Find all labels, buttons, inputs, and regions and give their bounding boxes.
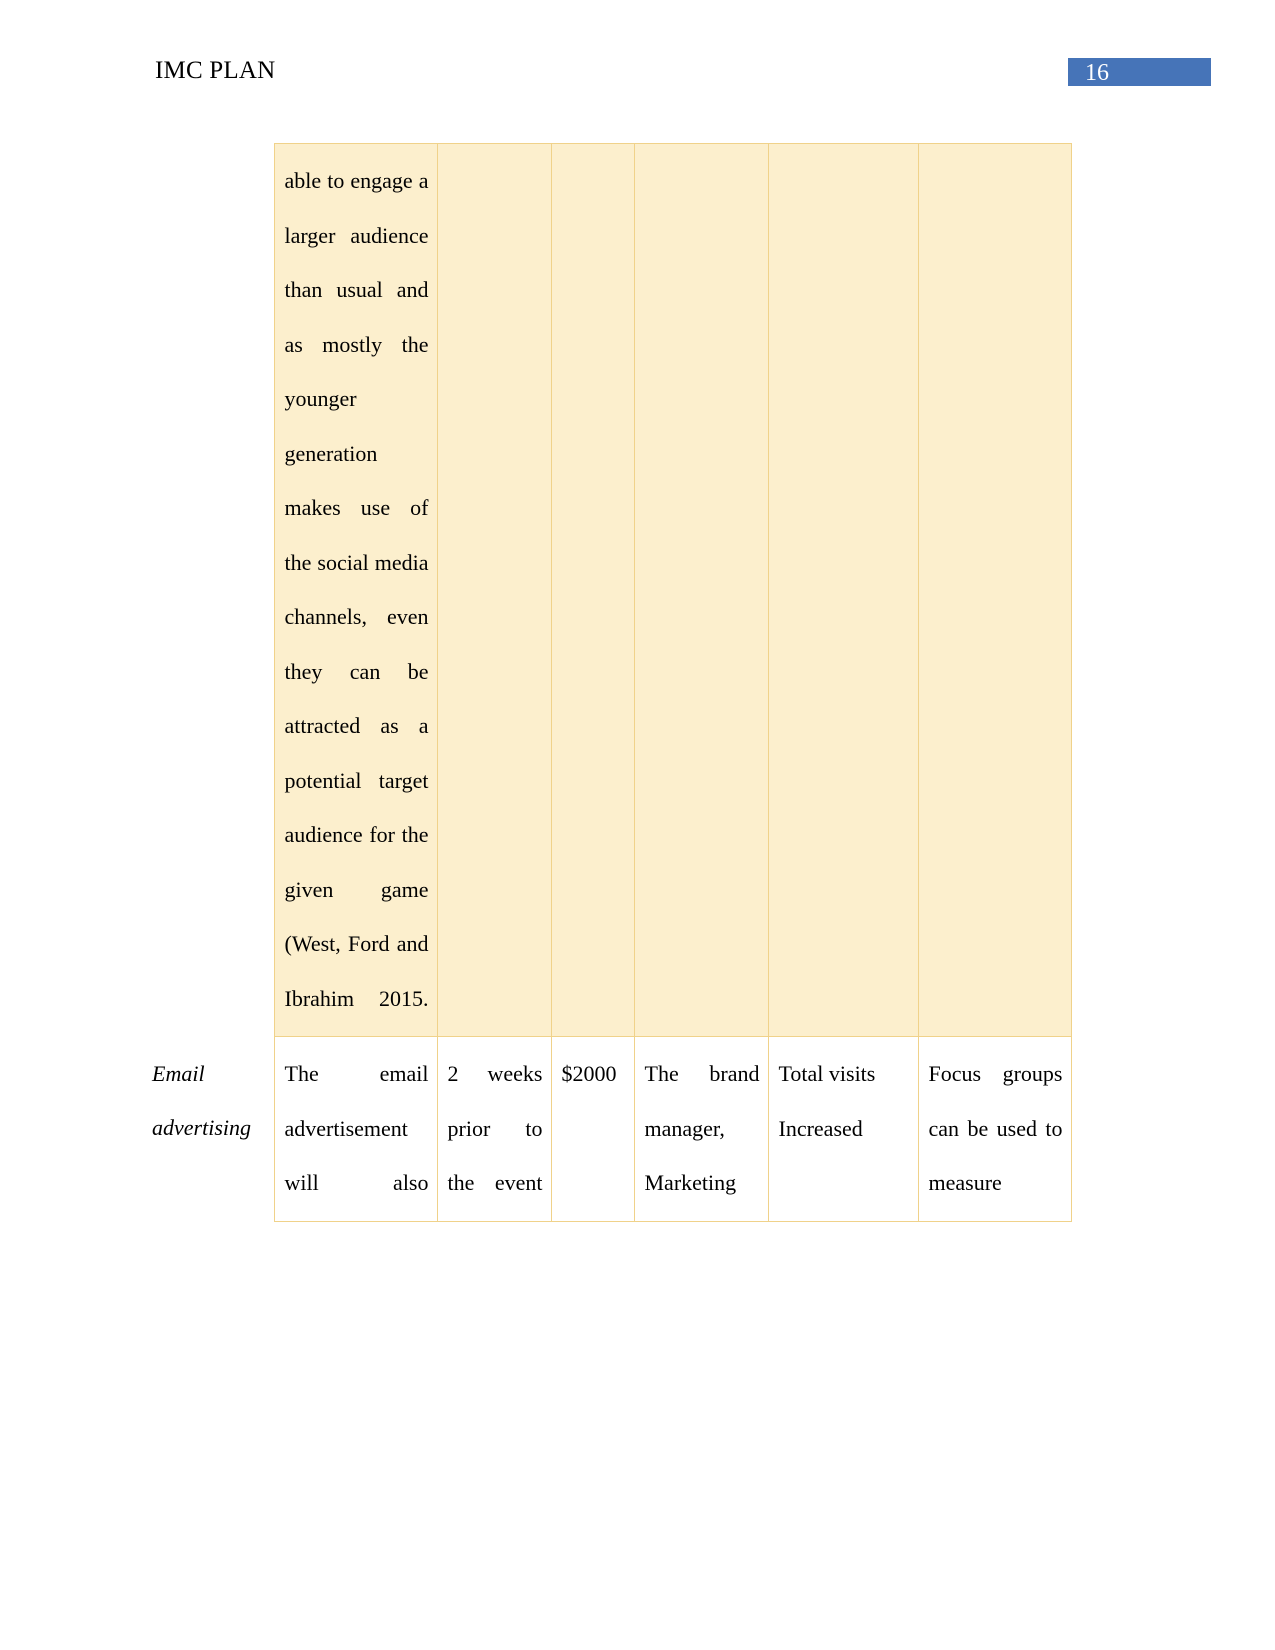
- cell-metric: Total visits Increased: [767, 1036, 919, 1222]
- cell-evaluation: Focus groups can be used to measure: [917, 1036, 1072, 1222]
- page-number: 16: [1085, 60, 1109, 86]
- cell-description: able to engage a larger audience than us…: [273, 143, 438, 1037]
- cell-label: [150, 144, 274, 1037]
- cell-label: Email advertising: [152, 1060, 251, 1141]
- cell-timing: 2 weeks prior to the event: [436, 1036, 552, 1222]
- cell-evaluation: [917, 143, 1072, 1037]
- cell-responsible: The brand manager, Marketing: [633, 1036, 769, 1222]
- cell-responsible: [633, 143, 769, 1037]
- header-title: IMC PLAN: [155, 57, 276, 84]
- page-header: IMC PLAN 16: [0, 0, 1275, 110]
- cell-budget: $2000: [550, 1036, 635, 1222]
- table-row: Email advertising The email advertisemen…: [150, 1036, 1072, 1222]
- imc-plan-table: able to engage a larger audience than us…: [150, 143, 1072, 1222]
- cell-metric: [767, 143, 919, 1037]
- cell-description: The email advertisement will also: [273, 1036, 438, 1222]
- cell-budget: [550, 143, 635, 1037]
- cell-timing: [436, 143, 552, 1037]
- table-row: able to engage a larger audience than us…: [150, 143, 1072, 1037]
